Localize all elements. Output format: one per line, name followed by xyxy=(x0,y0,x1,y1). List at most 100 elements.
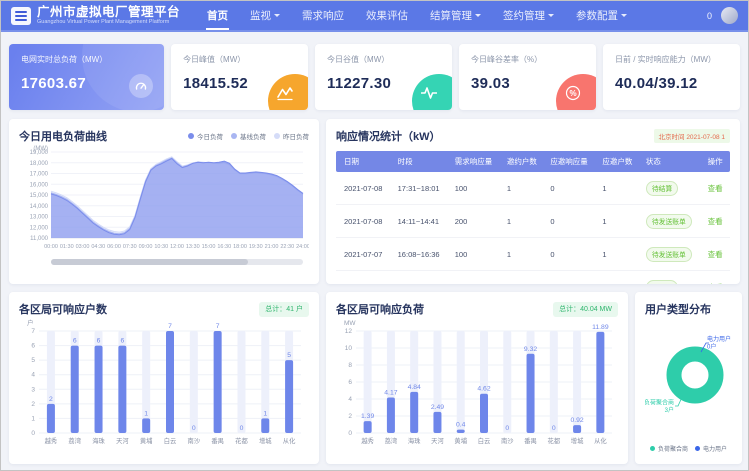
table-row: 2021-07-0817:31~18:01100101待结算查看 xyxy=(336,172,730,205)
kpi-label: 电网实时总负荷（MW） xyxy=(21,54,152,65)
svg-text:番禺: 番禺 xyxy=(524,437,537,445)
brand: 广州市虚拟电厂管理平台 Guangzhou Virtual Power Plan… xyxy=(37,6,180,26)
svg-text:3户: 3户 xyxy=(665,406,674,414)
table-cell: 0 xyxy=(546,238,598,271)
svg-text:天河: 天河 xyxy=(116,437,129,445)
legend-item[interactable]: 电力用户 xyxy=(695,444,727,453)
svg-text:4: 4 xyxy=(348,396,352,403)
view-link[interactable]: 查看 xyxy=(708,250,723,259)
svg-text:07:30: 07:30 xyxy=(123,244,137,250)
svg-text:1: 1 xyxy=(144,410,148,417)
svg-text:海珠: 海珠 xyxy=(92,436,105,445)
district-load-title: 各区局可响应负荷 xyxy=(336,301,424,317)
chart-zoom-slider[interactable] xyxy=(51,259,303,265)
svg-text:电力用户: 电力用户 xyxy=(707,335,731,343)
avatar[interactable] xyxy=(721,7,738,24)
response-table: 日期时段需求响应量邀约户数应邀响应量应邀户数状态操作 2021-07-0817:… xyxy=(336,151,730,284)
nav-item[interactable]: 监视 xyxy=(239,1,291,30)
svg-text:12: 12 xyxy=(345,328,353,335)
table-cell: 16:08~16:36 xyxy=(394,238,451,271)
svg-text:0: 0 xyxy=(192,425,196,432)
svg-text:15,000: 15,000 xyxy=(30,193,49,199)
view-link[interactable]: 查看 xyxy=(708,217,723,226)
action-cell: 查看 xyxy=(704,205,730,238)
svg-text:21:00: 21:00 xyxy=(265,244,279,250)
svg-text:4.62: 4.62 xyxy=(477,386,490,393)
svg-text:22:30: 22:30 xyxy=(280,244,294,250)
status-badge: 待发送账单 xyxy=(646,247,692,262)
svg-text:17,000: 17,000 xyxy=(30,172,49,178)
column-header: 日期 xyxy=(336,151,394,172)
svg-text:番禺: 番禺 xyxy=(211,437,224,445)
chevron-down-icon xyxy=(274,14,280,17)
nav-item[interactable]: 参数配置 xyxy=(565,1,638,30)
donut-legend: 负荷聚合商 电力用户 xyxy=(645,444,732,455)
district-load-total-badge: 总计：40.04 MW xyxy=(553,302,618,317)
district-users-title: 各区局可响应户数 xyxy=(19,301,107,317)
load-curve-legend: 今日负荷基线负荷昨日负荷 xyxy=(188,131,309,141)
svg-text:6: 6 xyxy=(120,338,124,345)
nav-item[interactable]: 结算管理 xyxy=(419,1,492,30)
view-link[interactable]: 查看 xyxy=(708,184,723,193)
district-load-panel: 各区局可响应负荷 总计：40.04 MW 024681012MW1.39越秀4.… xyxy=(326,292,628,464)
kpi-value: 18415.52 xyxy=(183,75,296,92)
table-cell: 200 xyxy=(451,271,503,285)
legend-dot xyxy=(650,446,655,451)
table-cell: 1 xyxy=(598,271,641,285)
svg-text:7: 7 xyxy=(216,323,220,330)
kpi-value: 40.04/39.12 xyxy=(615,75,728,92)
table-cell: 1 xyxy=(598,172,641,205)
svg-text:11.89: 11.89 xyxy=(592,324,609,331)
view-link[interactable]: 查看 xyxy=(708,283,723,285)
legend-dot xyxy=(274,133,280,139)
nav-item-label: 签约管理 xyxy=(503,8,545,23)
nav-item[interactable]: 首页 xyxy=(196,1,239,30)
table-row: 2021-07-0716:08~16:36100101待发送账单查看 xyxy=(336,238,730,271)
svg-text:荔湾: 荔湾 xyxy=(385,436,398,445)
table-cell: 17:31~18:01 xyxy=(394,172,451,205)
nav-item[interactable]: 需求响应 xyxy=(291,1,355,30)
nav-item[interactable]: 效果评估 xyxy=(355,1,419,30)
kpi-label: 今日谷值（MW） xyxy=(327,54,440,65)
table-cell: 200 xyxy=(451,205,503,238)
svg-text:白云: 白云 xyxy=(478,436,491,445)
table-cell: 0 xyxy=(546,172,598,205)
legend-item[interactable]: 基线负荷 xyxy=(231,131,266,141)
nav-item-label: 结算管理 xyxy=(430,8,472,23)
svg-text:荔湾: 荔湾 xyxy=(68,436,81,445)
column-header: 应邀响应量 xyxy=(546,151,598,172)
nav-item[interactable]: 签约管理 xyxy=(492,1,565,30)
svg-text:4.84: 4.84 xyxy=(408,384,421,391)
user-type-donut: 电力用户0户负荷聚合商3户 xyxy=(645,321,733,429)
kpi-card: 今日峰值（MW）18415.52 xyxy=(171,44,308,110)
legend-label: 电力用户 xyxy=(703,444,727,453)
kpi-card: 日前 / 实时响应能力（MW）40.04/39.12 xyxy=(603,44,740,110)
column-header: 操作 xyxy=(704,151,730,172)
svg-text:0.4: 0.4 xyxy=(456,422,466,429)
svg-text:7: 7 xyxy=(31,328,35,335)
table-cell: 1 xyxy=(503,238,546,271)
svg-text:3: 3 xyxy=(31,386,35,393)
notification-count[interactable]: 0 xyxy=(707,11,712,21)
nav-item-label: 效果评估 xyxy=(366,8,408,23)
svg-text:15:00: 15:00 xyxy=(202,244,216,250)
svg-text:8: 8 xyxy=(348,362,352,369)
response-stats-title: 响应情况统计（kW） xyxy=(336,128,441,144)
legend-item[interactable]: 负荷聚合商 xyxy=(650,444,688,453)
legend-dot xyxy=(188,133,194,139)
app-window: 广州市虚拟电厂管理平台 Guangzhou Virtual Power Plan… xyxy=(0,0,749,471)
svg-text:03:00: 03:00 xyxy=(76,244,90,250)
svg-text:01:30: 01:30 xyxy=(60,244,74,250)
legend-item[interactable]: 昨日负荷 xyxy=(274,131,309,141)
svg-text:花都: 花都 xyxy=(548,436,561,445)
legend-item[interactable]: 今日负荷 xyxy=(188,131,223,141)
svg-text:10: 10 xyxy=(345,345,353,352)
column-header: 时段 xyxy=(394,151,451,172)
table-header-row: 日期时段需求响应量邀约户数应邀响应量应邀户数状态操作 xyxy=(336,151,730,172)
svg-text:增城: 增城 xyxy=(571,436,584,445)
response-stats-panel: 响应情况统计（kW） 北京时间 2021-07-08 1 日期时段需求响应量邀约… xyxy=(326,119,740,284)
svg-text:0.92: 0.92 xyxy=(570,417,583,424)
district-users-title-row: 各区局可响应户数 总计：41 户 xyxy=(19,301,309,317)
chevron-down-icon xyxy=(548,14,554,17)
table-cell: 100 xyxy=(451,172,503,205)
